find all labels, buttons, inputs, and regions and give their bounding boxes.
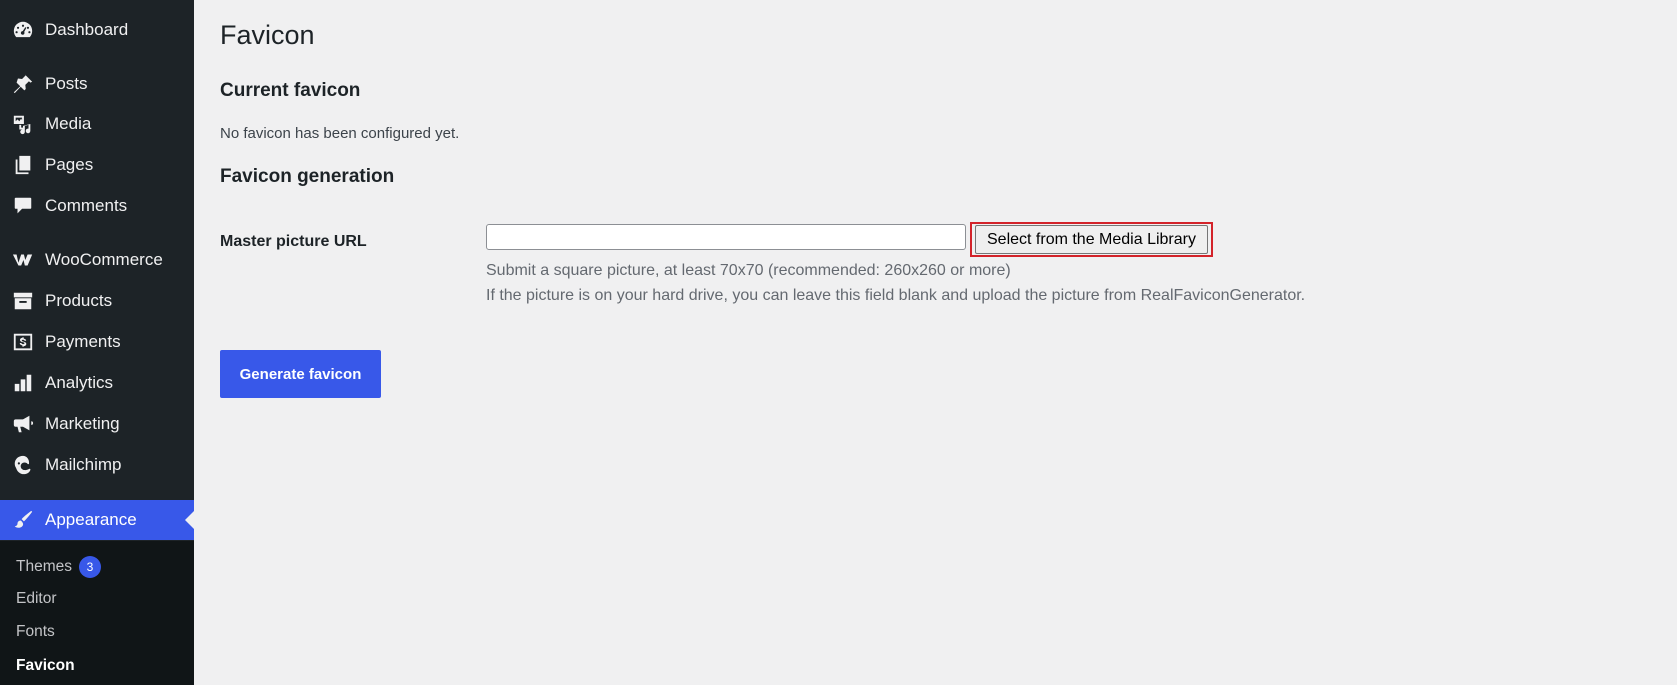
page-title: Favicon: [220, 20, 315, 50]
master-picture-url-label: Master picture URL: [220, 233, 367, 250]
menu-item-dashboard[interactable]: Dashboard: [0, 10, 194, 50]
mailchimp-icon: [11, 453, 35, 477]
menu-item-label: Pages: [45, 155, 94, 174]
submenu-item-editor[interactable]: Editor: [16, 590, 57, 608]
menu-item-label: Marketing: [45, 414, 120, 433]
pages-icon: [11, 153, 35, 177]
menu-item-mailchimp[interactable]: Mailchimp: [0, 445, 194, 485]
favicon-generation-heading: Favicon generation: [220, 166, 395, 187]
submenu-item-label: Fonts: [16, 623, 55, 640]
wp-admin-screen: Dashboard Posts Media Pages Comments Woo…: [0, 0, 1677, 685]
bar-chart-icon: [11, 371, 35, 395]
menu-item-comments[interactable]: Comments: [0, 186, 194, 226]
menu-item-label: Mailchimp: [45, 455, 122, 474]
dashboard-icon: [11, 18, 35, 42]
submenu-item-fonts[interactable]: Fonts: [16, 623, 55, 641]
current-favicon-heading: Current favicon: [220, 80, 361, 101]
comment-icon: [11, 194, 35, 218]
menu-item-label: Appearance: [45, 510, 137, 529]
dollar-icon: [11, 330, 35, 354]
main-content: Favicon Current favicon No favicon has b…: [194, 0, 1677, 685]
menu-item-label: WooCommerce: [45, 250, 163, 269]
menu-item-analytics[interactable]: Analytics: [0, 363, 194, 403]
menu-item-marketing[interactable]: Marketing: [0, 404, 194, 444]
menu-item-posts[interactable]: Posts: [0, 64, 194, 104]
menu-item-label: Media: [45, 114, 92, 133]
hard-drive-hint: If the picture is on your hard drive, yo…: [486, 287, 1306, 304]
menu-item-appearance[interactable]: Appearance: [0, 500, 194, 540]
menu-item-media[interactable]: Media: [0, 104, 194, 144]
select-media-library-button[interactable]: Select from the Media Library: [975, 225, 1208, 254]
admin-sidebar: Dashboard Posts Media Pages Comments Woo…: [0, 0, 194, 685]
current-favicon-status: No favicon has been configured yet.: [220, 125, 460, 142]
media-icon: [11, 112, 35, 136]
menu-item-products[interactable]: Products: [0, 281, 194, 321]
menu-item-label: Products: [45, 291, 113, 310]
menu-item-label: Payments: [45, 332, 121, 351]
menu-item-label: Comments: [45, 196, 128, 215]
menu-item-pages[interactable]: Pages: [0, 145, 194, 185]
submenu-item-themes[interactable]: Themes 3: [16, 556, 101, 578]
menu-item-woocommerce[interactable]: WooCommerce: [0, 240, 194, 280]
appearance-submenu: Themes 3 Editor Fonts Favicon: [0, 541, 194, 685]
master-picture-url-input[interactable]: [486, 224, 966, 250]
current-menu-arrow: [185, 511, 194, 529]
paintbrush-icon: [11, 508, 35, 532]
menu-item-label: Posts: [45, 74, 88, 93]
submenu-item-label: Themes: [16, 558, 72, 575]
update-count-badge: 3: [79, 556, 101, 578]
menu-item-label: Analytics: [45, 373, 114, 392]
archive-box-icon: [11, 289, 35, 313]
megaphone-icon: [11, 412, 35, 436]
menu-item-payments[interactable]: Payments: [0, 322, 194, 362]
picture-size-hint: Submit a square picture, at least 70x70 …: [486, 262, 1011, 279]
generate-favicon-button[interactable]: Generate favicon: [220, 350, 381, 398]
woocommerce-icon: [11, 248, 35, 272]
submenu-item-label: Favicon: [16, 657, 75, 674]
submenu-item-label: Editor: [16, 590, 57, 607]
pushpin-icon: [11, 72, 35, 96]
menu-item-label: Dashboard: [45, 20, 129, 39]
submenu-item-favicon[interactable]: Favicon: [16, 657, 75, 675]
